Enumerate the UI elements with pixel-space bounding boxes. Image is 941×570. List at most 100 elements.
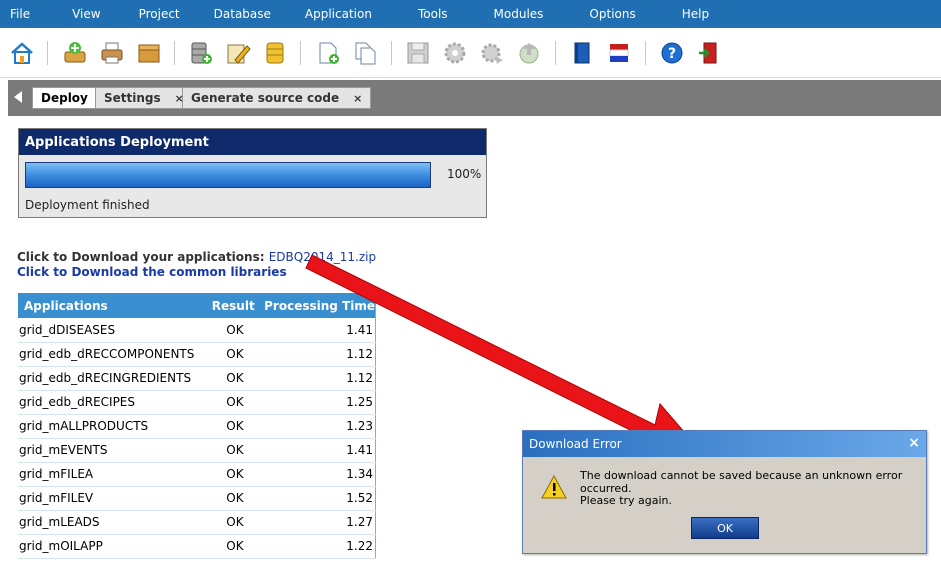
print-icon[interactable] — [98, 39, 126, 67]
add-connection-icon[interactable] — [61, 39, 89, 67]
tab-bar: Deploy Settings × Generate source code × — [8, 80, 941, 116]
download-libraries-link[interactable]: Click to Download the common libraries — [17, 265, 287, 279]
deployment-progress-box: Applications Deployment 100% Deployment … — [18, 128, 487, 218]
table-row: grid_mOILAPP OK 1.22 — [18, 534, 376, 559]
download-apps-line: Click to Download your applications: EDB… — [17, 250, 376, 264]
column-header-result: Result — [209, 293, 261, 318]
column-header-applications: Applications — [18, 293, 210, 318]
dialog-message-secondary: Please try again. — [580, 494, 673, 507]
result-cell: OK — [209, 510, 261, 535]
application-name-cell: grid_edb_dRECINGREDIENTS — [18, 366, 210, 391]
processing-time-cell: 1.27 — [260, 510, 376, 535]
processing-time-cell: 1.41 — [260, 318, 376, 343]
download-error-dialog: Download Error × The download cannot be … — [522, 430, 927, 554]
progress-bar — [25, 162, 431, 188]
applications-table-body: grid_dDISEASES OK 1.41 grid_edb_dRECCOMPONE… — [18, 318, 376, 559]
menu-file[interactable]: File — [0, 7, 40, 21]
close-icon[interactable]: × — [908, 435, 920, 451]
result-cell: OK — [209, 342, 261, 367]
book-icon[interactable] — [568, 39, 596, 67]
table-row: grid_edb_dRECIPES OK 1.25 — [18, 390, 376, 415]
result-cell: OK — [209, 390, 261, 415]
tab-label: Generate source code — [191, 91, 340, 105]
database-add-icon[interactable] — [187, 39, 215, 67]
dialog-titlebar: Download Error × — [523, 431, 926, 457]
tab-generate-source-code[interactable]: Generate source code × — [182, 87, 372, 109]
tab-scroll-left-icon[interactable] — [14, 91, 22, 103]
application-name-cell: grid_dDISEASES — [18, 318, 210, 343]
copy-document-icon[interactable] — [351, 39, 379, 67]
tab-settings[interactable]: Settings × — [95, 87, 193, 109]
menu-modules[interactable]: Modules — [484, 7, 554, 21]
processing-time-cell: 1.25 — [260, 390, 376, 415]
table-row: grid_mALLPRODUCTS OK 1.23 — [18, 414, 376, 439]
tab-label: Settings — [104, 91, 161, 105]
dialog-message: The download cannot be saved because an … — [580, 469, 903, 495]
dialog-title: Download Error — [529, 437, 622, 451]
application-name-cell: grid_mOILAPP — [18, 534, 210, 559]
result-cell: OK — [209, 366, 261, 391]
deploy-globe-icon[interactable] — [515, 39, 543, 67]
application-name-cell: grid_edb_dRECIPES — [18, 390, 210, 415]
tab-label: Deploy — [41, 91, 88, 105]
processing-time-cell: 1.34 — [260, 462, 376, 487]
result-cell: OK — [209, 462, 261, 487]
result-cell: OK — [209, 486, 261, 511]
database-icon[interactable] — [261, 39, 289, 67]
applications-table: Applications Result Processing Time grid… — [18, 293, 376, 559]
application-name-cell: grid_mFILEA — [18, 462, 210, 487]
home-icon[interactable] — [8, 39, 36, 67]
table-row: grid_edb_dRECINGREDIENTS OK 1.12 — [18, 366, 376, 391]
app-window: File View Project Database Application T… — [0, 0, 941, 570]
menu-application[interactable]: Application — [295, 7, 382, 21]
gear-icon[interactable] — [441, 39, 469, 67]
column-header-processing-time: Processing Time — [260, 293, 376, 318]
download-file-link[interactable]: EDBQ2014_11.zip — [269, 250, 376, 264]
save-icon[interactable] — [404, 39, 432, 67]
database-edit-icon[interactable] — [224, 39, 252, 67]
menu-database[interactable]: Database — [204, 7, 281, 21]
download-prefix: Click to Download your applications: — [17, 250, 265, 264]
processing-time-cell: 1.12 — [260, 366, 376, 391]
application-name-cell: grid_edb_dRECCOMPONENTS — [18, 342, 210, 367]
ok-button[interactable]: OK — [691, 517, 759, 539]
result-cell: OK — [209, 318, 261, 343]
menu-options[interactable]: Options — [579, 7, 645, 21]
flags-icon[interactable] — [605, 39, 633, 67]
result-cell: OK — [209, 438, 261, 463]
close-icon[interactable]: × — [353, 92, 362, 105]
processing-time-cell: 1.52 — [260, 486, 376, 511]
menu-bar: File View Project Database Application T… — [0, 0, 941, 28]
application-name-cell: grid_mFILEV — [18, 486, 210, 511]
result-cell: OK — [209, 534, 261, 559]
tab-deploy[interactable]: Deploy — [32, 87, 97, 109]
table-row: grid_mLEADS OK 1.27 — [18, 510, 376, 535]
processing-time-cell: 1.12 — [260, 342, 376, 367]
menu-help[interactable]: Help — [672, 7, 719, 21]
application-name-cell: grid_mEVENTS — [18, 438, 210, 463]
progress-fill — [26, 163, 430, 187]
table-row: grid_mEVENTS OK 1.41 — [18, 438, 376, 463]
gear-run-icon[interactable] — [478, 39, 506, 67]
table-row: grid_mFILEV OK 1.52 — [18, 486, 376, 511]
table-row: grid_edb_dRECCOMPONENTS OK 1.12 — [18, 342, 376, 367]
processing-time-cell: 1.22 — [260, 534, 376, 559]
deployment-status: Deployment finished — [25, 198, 150, 212]
application-name-cell: grid_mLEADS — [18, 510, 210, 535]
menu-view[interactable]: View — [62, 7, 110, 21]
exit-icon[interactable] — [695, 39, 723, 67]
warning-icon — [541, 475, 567, 499]
archive-icon[interactable] — [135, 39, 163, 67]
application-name-cell: grid_mALLPRODUCTS — [18, 414, 210, 439]
table-header-row: Applications Result Processing Time — [18, 293, 376, 318]
menu-tools[interactable]: Tools — [408, 7, 458, 21]
help-icon[interactable]: ? — [658, 39, 686, 67]
table-row: grid_mFILEA OK 1.34 — [18, 462, 376, 487]
new-document-icon[interactable] — [314, 39, 342, 67]
table-row: grid_dDISEASES OK 1.41 — [18, 318, 376, 343]
deployment-title: Applications Deployment — [19, 129, 486, 155]
result-cell: OK — [209, 414, 261, 439]
toolbar: ? — [0, 28, 941, 78]
processing-time-cell: 1.23 — [260, 414, 376, 439]
menu-project[interactable]: Project — [129, 7, 190, 21]
